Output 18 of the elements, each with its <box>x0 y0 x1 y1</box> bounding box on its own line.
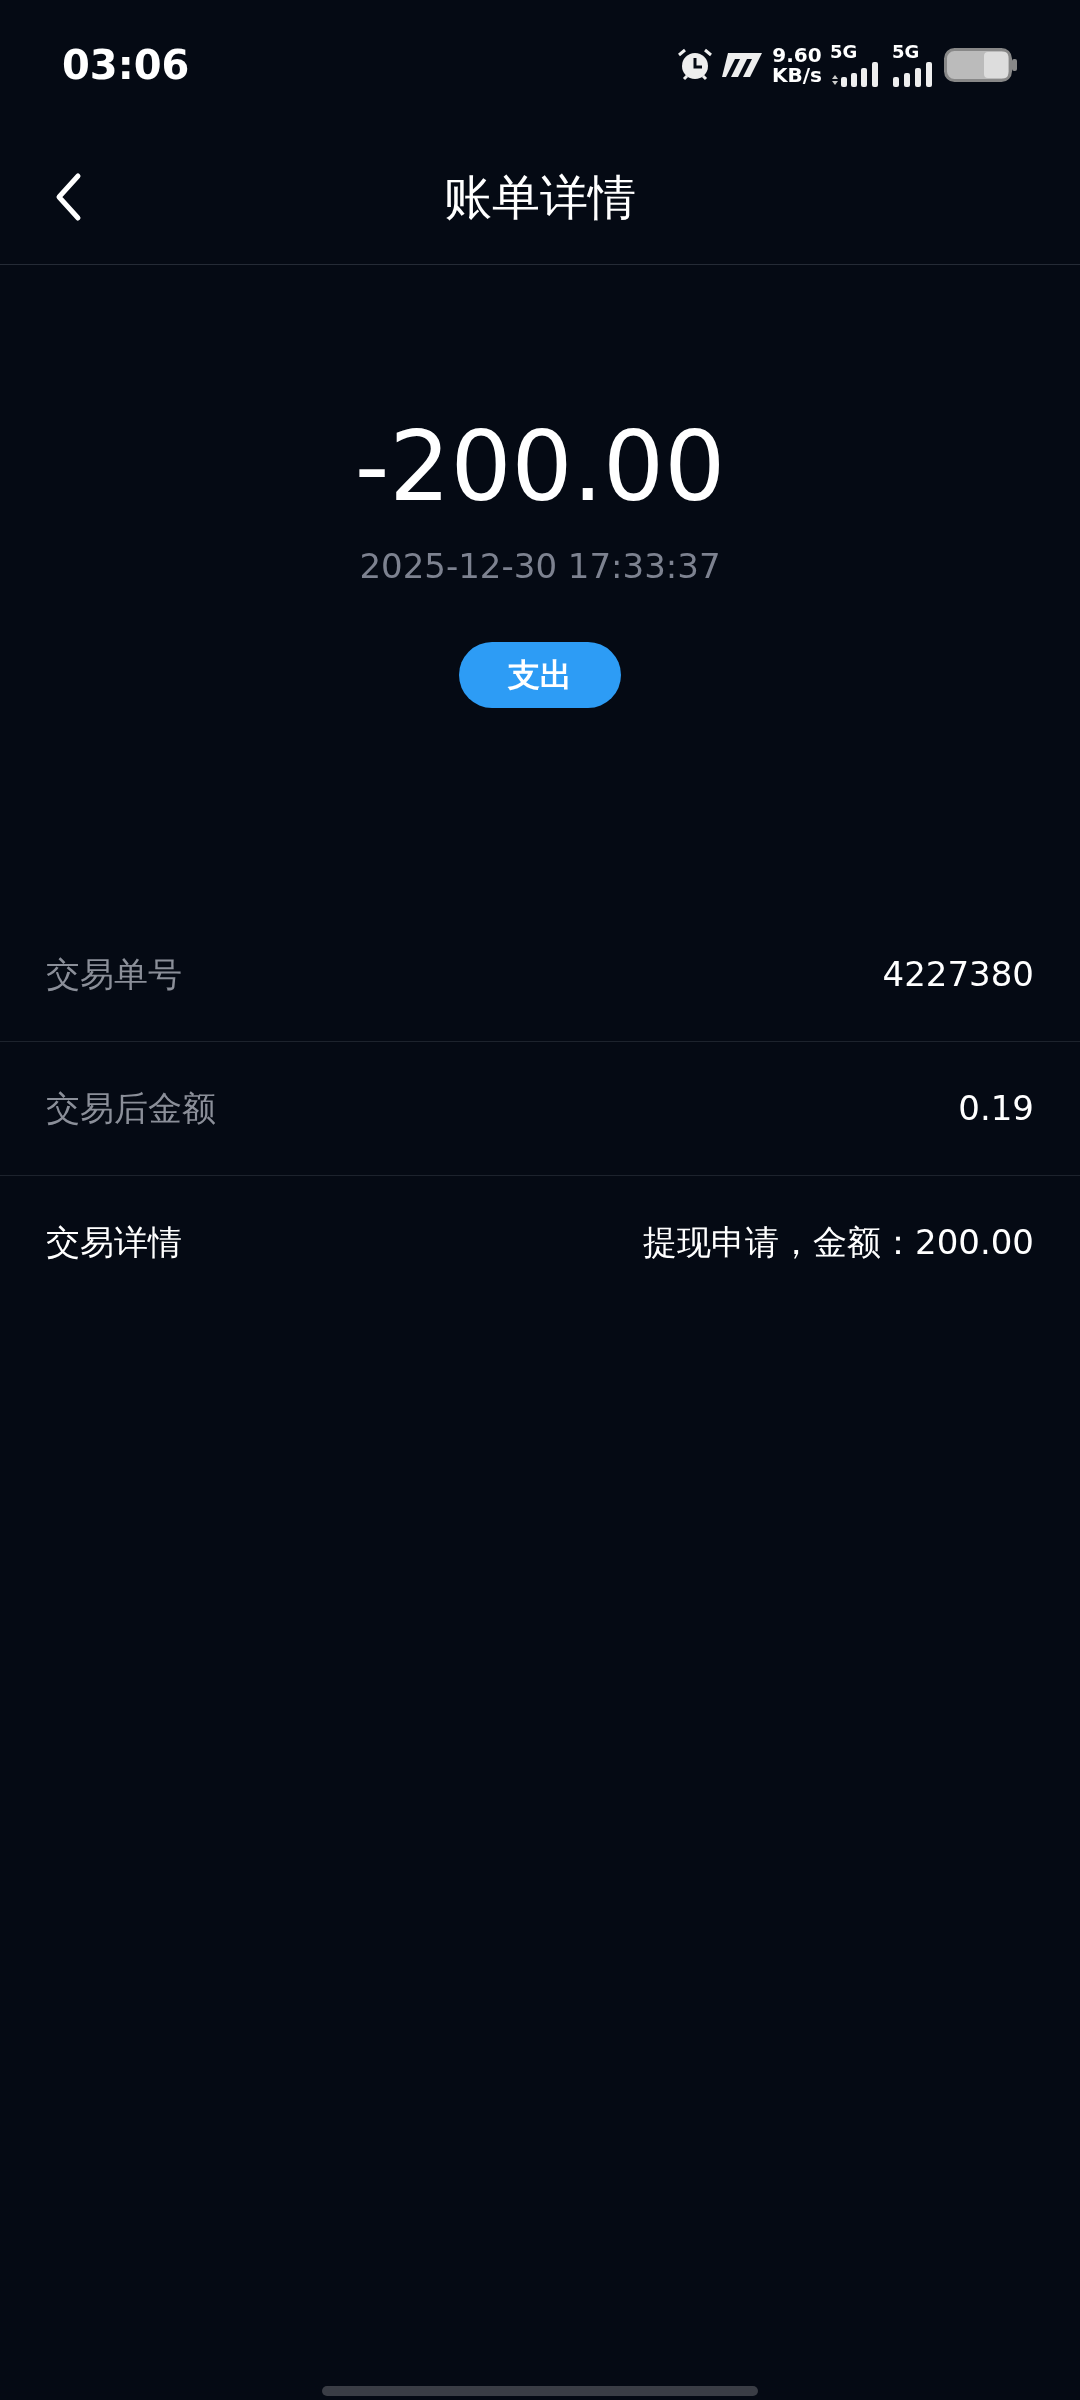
type-tag: 支出 <box>459 641 621 708</box>
clock-time: 03:06 <box>62 41 190 90</box>
amount: -200.00 <box>354 415 726 521</box>
stripes-icon <box>722 51 765 79</box>
back-icon <box>54 172 82 222</box>
battery-icon <box>944 48 1018 82</box>
field-label: 交易详情 <box>46 1221 182 1265</box>
page-title: 账单详情 <box>444 168 636 227</box>
field-value: 提现申请，金额：200.00 <box>643 1221 1034 1265</box>
field-label: 交易后金额 <box>46 1086 216 1130</box>
network-type: 5G <box>892 43 921 61</box>
field-value: 0.19 <box>958 1086 1034 1130</box>
speed-value: 9.60 <box>772 45 822 65</box>
network-type: 5G <box>830 43 859 61</box>
field-label: 交易单号 <box>46 952 182 996</box>
transaction-time: 2025-12-30 17:33:37 <box>359 544 721 588</box>
speed-unit: KB/s <box>772 65 822 85</box>
field-value: 4227380 <box>882 952 1034 996</box>
